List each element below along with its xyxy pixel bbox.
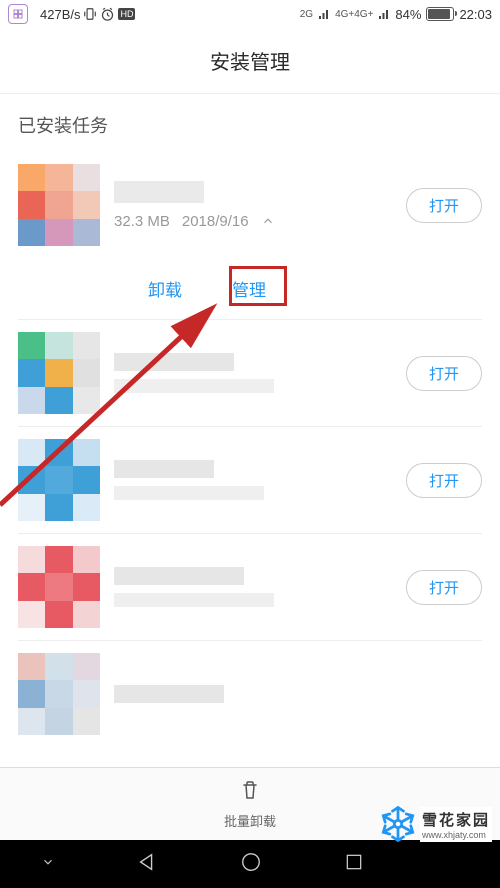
signal-icon-2 — [378, 8, 390, 20]
app-name-censored — [114, 567, 244, 585]
hd-badge: HD — [118, 8, 135, 20]
open-button[interactable]: 打开 — [406, 570, 482, 605]
chevron-up-icon — [261, 214, 275, 228]
app-icon — [18, 164, 100, 246]
app-item[interactable] — [18, 641, 482, 747]
app-info — [114, 685, 482, 703]
expanded-actions: 卸载 管理 — [18, 258, 482, 320]
app-meta-censored — [114, 593, 274, 607]
watermark-url: www.xhjaty.com — [422, 830, 490, 840]
nav-bar — [0, 840, 500, 888]
uninstall-button[interactable]: 卸载 — [148, 276, 182, 301]
app-date: 2018/9/16 — [182, 213, 249, 230]
signal-icon — [318, 8, 330, 20]
app-list: 32.3 MB 2018/9/16 打开 卸载 管理 打开 — [0, 152, 500, 747]
app-info — [114, 460, 406, 500]
app-info — [114, 567, 406, 607]
open-button[interactable]: 打开 — [406, 356, 482, 391]
app-name-censored — [114, 181, 204, 203]
app-switcher-icon — [8, 4, 28, 24]
snowflake-icon — [376, 802, 420, 846]
app-item[interactable]: 32.3 MB 2018/9/16 打开 — [18, 152, 482, 258]
app-icon — [18, 332, 100, 414]
vibrate-icon — [83, 7, 97, 21]
status-left: 427B/s HD — [40, 7, 135, 22]
open-button[interactable]: 打开 — [406, 188, 482, 223]
status-bar: 427B/s HD 2G 4G+4G+ 84% 22:03 — [0, 0, 500, 28]
section-header: 已安装任务 — [0, 94, 500, 152]
app-item[interactable]: 打开 — [18, 427, 482, 534]
nav-dropdown-icon[interactable] — [41, 855, 55, 874]
watermark-name: 雪花家园 — [422, 809, 490, 830]
nav-home-button[interactable] — [240, 851, 262, 878]
app-name-censored — [114, 460, 214, 478]
app-item[interactable]: 打开 — [18, 320, 482, 427]
app-size: 32.3 MB — [114, 213, 170, 230]
app-name-censored — [114, 685, 224, 703]
app-meta-censored — [114, 486, 264, 500]
app-item[interactable]: 打开 — [18, 534, 482, 641]
nav-back-button[interactable] — [136, 851, 158, 878]
watermark: 雪花家园 www.xhjaty.com — [376, 802, 492, 846]
status-right: 2G 4G+4G+ 84% 22:03 — [300, 7, 492, 22]
battery-icon — [426, 7, 454, 21]
page-title: 安装管理 — [0, 28, 500, 94]
alarm-icon — [100, 7, 115, 22]
app-info: 32.3 MB 2018/9/16 — [114, 181, 406, 230]
nav-recent-button[interactable] — [344, 852, 364, 877]
signal-2g-label: 2G — [300, 9, 313, 20]
trash-icon — [238, 778, 262, 807]
app-icon — [18, 546, 100, 628]
app-info — [114, 353, 406, 393]
signal-4g-label: 4G+4G+ — [335, 9, 373, 20]
app-icon — [18, 439, 100, 521]
app-icon — [18, 653, 100, 735]
battery-percent: 84% — [395, 7, 421, 22]
app-name-censored — [114, 353, 234, 371]
net-speed: 427B/s — [40, 7, 80, 22]
manage-button[interactable]: 管理 — [232, 276, 266, 301]
app-meta: 32.3 MB 2018/9/16 — [114, 213, 406, 230]
app-meta-censored — [114, 379, 274, 393]
clock-time: 22:03 — [459, 7, 492, 22]
open-button[interactable]: 打开 — [406, 463, 482, 498]
